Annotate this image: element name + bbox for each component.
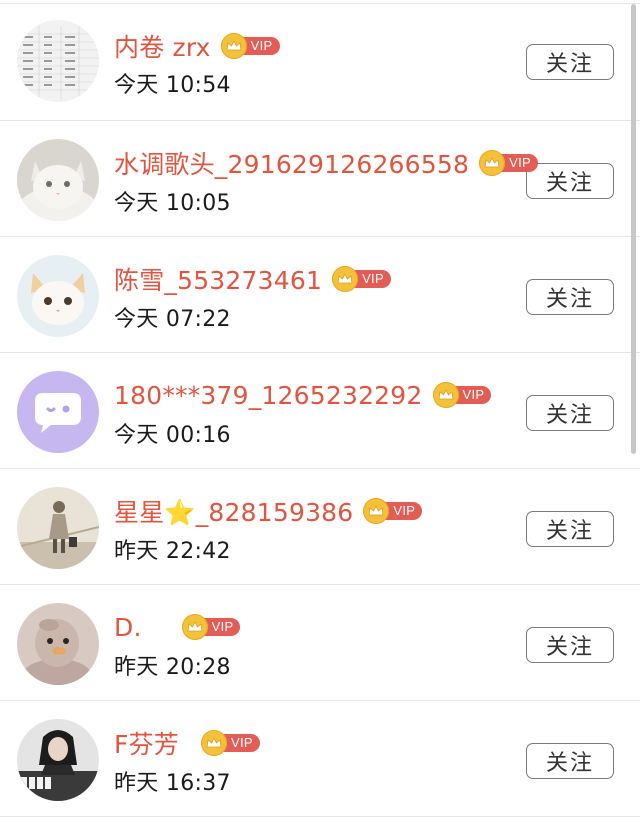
user-name[interactable]: D.: [114, 613, 142, 642]
vip-badge: VIP: [432, 382, 492, 408]
follow-button[interactable]: 关注: [526, 279, 614, 315]
name-line: 星星⭐_828159386 VIP: [114, 491, 423, 531]
scrollbar[interactable]: [631, 4, 636, 454]
user-name[interactable]: 180***379_1265232292: [114, 381, 423, 410]
list-item[interactable]: F芬芳 VIP 昨天 16:37 关注: [0, 701, 640, 817]
list-item[interactable]: D. VIP 昨天 20:28 关注: [0, 585, 640, 701]
crown-icon: [181, 614, 208, 640]
user-name[interactable]: 内卷 zrx: [114, 28, 211, 64]
avatar[interactable]: [17, 371, 99, 453]
list-item[interactable]: 180***379_1265232292 VIP 今天 00:16 关注: [0, 353, 640, 469]
avatar[interactable]: [17, 603, 99, 685]
follow-time: 昨天 20:28: [114, 655, 231, 680]
list-item[interactable]: 星星⭐_828159386 VIP 昨天 22:42 关注: [0, 469, 640, 585]
follow-time: 今天 10:54: [114, 73, 231, 98]
name-line: D. VIP: [114, 607, 241, 647]
follow-time: 昨天 16:37: [114, 771, 231, 796]
list-item[interactable]: 陈雪_553273461 VIP 今天 07:22 关注: [0, 237, 640, 353]
follow-button[interactable]: 关注: [526, 44, 614, 80]
follow-button[interactable]: 关注: [526, 163, 614, 199]
crown-icon: [479, 150, 506, 176]
name-line: 水调歌头_291629126266558 VIP: [114, 143, 538, 183]
name-line: 陈雪_553273461 VIP: [114, 259, 391, 299]
follower-list: 内卷 zrx VIP 今天 10:54 关注 水调歌头_291629126266…: [0, 0, 640, 817]
crown-icon: [200, 730, 227, 756]
crown-icon: [432, 382, 459, 408]
follow-time: 今天 07:22: [114, 307, 231, 332]
user-name[interactable]: 星星⭐_828159386: [114, 493, 353, 529]
avatar[interactable]: [17, 487, 99, 569]
follow-time: 今天 00:16: [114, 423, 231, 448]
follow-time: 今天 10:05: [114, 191, 231, 216]
vip-badge: VIP: [332, 266, 391, 292]
avatar[interactable]: [17, 20, 99, 102]
vip-badge: VIP: [220, 33, 280, 59]
avatar[interactable]: [17, 255, 99, 337]
crown-icon: [220, 33, 247, 59]
crown-icon: [332, 266, 359, 292]
vip-badge: VIP: [363, 498, 423, 524]
follow-button[interactable]: 关注: [526, 743, 614, 779]
follow-button[interactable]: 关注: [526, 627, 614, 663]
vip-badge: VIP: [200, 730, 260, 756]
follow-button[interactable]: 关注: [526, 511, 614, 547]
avatar[interactable]: [17, 719, 99, 801]
vip-badge: VIP: [479, 150, 538, 176]
user-name[interactable]: 水调歌头_291629126266558: [114, 145, 469, 181]
avatar[interactable]: [17, 139, 99, 221]
vip-badge: VIP: [181, 614, 241, 640]
list-item[interactable]: 水调歌头_291629126266558 VIP 今天 10:05 关注: [0, 121, 640, 237]
follow-button[interactable]: 关注: [526, 395, 614, 431]
user-name[interactable]: F芬芳: [114, 725, 179, 761]
follow-time: 昨天 22:42: [114, 539, 231, 564]
list-item[interactable]: 内卷 zrx VIP 今天 10:54 关注: [0, 0, 640, 121]
name-line: F芬芳 VIP: [114, 723, 260, 763]
crown-icon: [363, 498, 390, 524]
name-line: 180***379_1265232292 VIP: [114, 375, 492, 415]
name-line: 内卷 zrx VIP: [114, 26, 280, 66]
user-name[interactable]: 陈雪_553273461: [114, 261, 322, 297]
